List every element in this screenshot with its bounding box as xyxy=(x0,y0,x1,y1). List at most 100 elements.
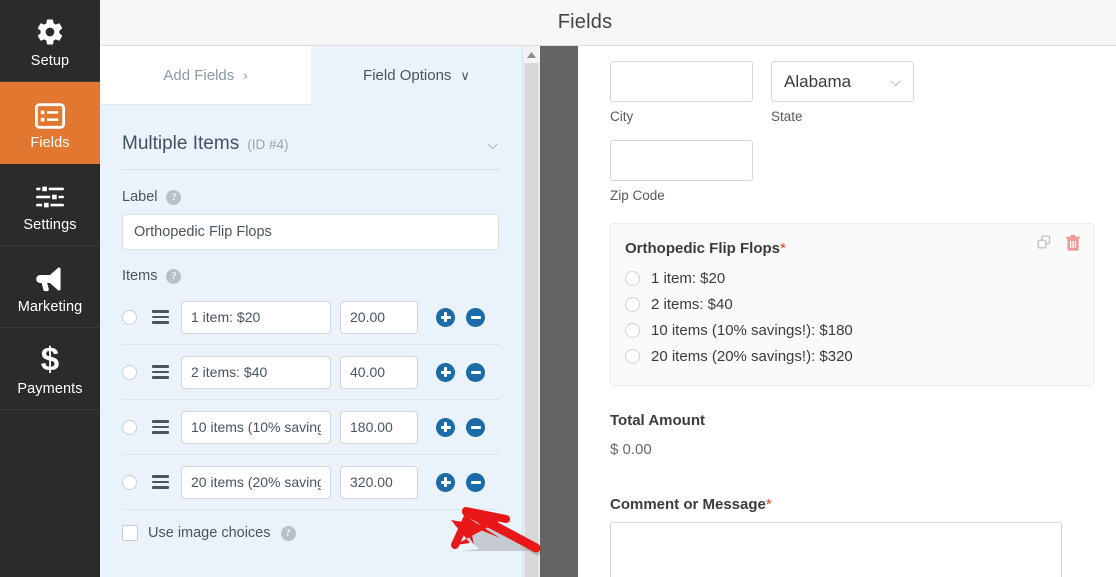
item-row xyxy=(122,290,500,345)
item-price-input[interactable] xyxy=(340,465,418,499)
item-price-input[interactable] xyxy=(340,300,418,334)
address-row: City Alabama ⌵ State xyxy=(610,61,1094,124)
trash-icon[interactable] xyxy=(1065,234,1081,252)
drag-handle-icon[interactable] xyxy=(146,475,174,489)
item-default-radio[interactable] xyxy=(122,364,137,380)
field-collapse-chevron-down-icon[interactable]: ⌵ xyxy=(487,136,500,153)
scrollbar-thumb[interactable] xyxy=(525,63,538,577)
use-image-choices-label: Use image choices xyxy=(148,525,271,541)
sidebar-label-marketing: Marketing xyxy=(17,298,83,315)
preview-zip-field: Zip Code xyxy=(610,140,753,203)
chevron-right-icon: › xyxy=(243,67,248,83)
sidebar-item-settings[interactable]: Settings xyxy=(0,164,100,246)
required-asterisk: * xyxy=(765,496,772,513)
tab-field-options[interactable]: Field Options ∨ xyxy=(311,46,522,105)
state-select[interactable]: Alabama ⌵ xyxy=(771,61,914,102)
field-options-panel: Add Fields › Field Options ∨ Multiple It… xyxy=(100,46,523,577)
city-sublabel: City xyxy=(610,109,634,124)
preview-choice-label: 2 items: $40 xyxy=(651,296,733,313)
item-row xyxy=(122,455,500,510)
field-header-left: Multiple Items (ID #4) xyxy=(122,133,288,155)
help-icon[interactable]: ? xyxy=(166,268,182,284)
form-builder-app: Setup Fields Settings Marketing $ Paymen… xyxy=(0,0,1116,577)
field-header: Multiple Items (ID #4) ⌵ xyxy=(122,105,500,170)
item-label-input[interactable] xyxy=(181,355,331,389)
sidebar-label-payments: Payments xyxy=(17,380,83,397)
item-row xyxy=(122,400,500,455)
preview-choice[interactable]: 20 items (20% savings!): $320 xyxy=(625,348,1075,365)
dollar-icon: $ xyxy=(39,341,61,375)
remove-item-button[interactable] xyxy=(466,362,485,382)
field-tools xyxy=(1037,234,1081,252)
use-image-choices-row: Use image choices ? xyxy=(122,525,500,541)
preview-multiple-items-block[interactable]: Orthopedic Flip Flops* 1 item: $20 2 ite… xyxy=(610,223,1094,386)
tab-add-fields[interactable]: Add Fields › xyxy=(100,46,311,105)
item-default-radio[interactable] xyxy=(122,474,137,490)
preview-choice[interactable]: 2 items: $40 xyxy=(625,296,1075,313)
zip-sublabel: Zip Code xyxy=(610,188,665,203)
drag-handle-icon[interactable] xyxy=(146,420,174,434)
item-label-input[interactable] xyxy=(181,300,331,334)
sidebar-item-payments[interactable]: $ Payments xyxy=(0,328,100,410)
drag-handle-icon[interactable] xyxy=(146,365,174,379)
scroll-up-arrow-icon[interactable] xyxy=(523,46,540,63)
duplicate-icon[interactable] xyxy=(1037,234,1054,252)
label-field-label-row: Label ? xyxy=(122,189,500,205)
item-price-input[interactable] xyxy=(340,355,418,389)
preview-choice-label: 1 item: $20 xyxy=(651,270,726,287)
comment-field-title-row: Comment or Message* xyxy=(610,496,1094,513)
total-amount-value: $ 0.00 xyxy=(610,441,652,458)
preview-choice[interactable]: 10 items (10% savings!): $180 xyxy=(625,322,1075,339)
panel-divider xyxy=(540,46,578,577)
comment-textarea[interactable] xyxy=(610,522,1062,577)
sidebar-item-fields[interactable]: Fields xyxy=(0,82,100,164)
remove-item-button[interactable] xyxy=(466,472,485,492)
preview-city-field: City xyxy=(610,61,753,124)
sidebar-item-setup[interactable]: Setup xyxy=(0,0,100,82)
add-item-button[interactable] xyxy=(436,472,455,492)
field-id: (ID #4) xyxy=(247,137,289,152)
chevron-down-icon: ∨ xyxy=(460,67,470,83)
drag-handle-icon[interactable] xyxy=(146,310,174,324)
preview-choice[interactable]: 1 item: $20 xyxy=(625,270,1075,287)
remove-item-button[interactable] xyxy=(466,417,485,437)
sidebar-empty-space xyxy=(0,410,100,575)
add-item-button[interactable] xyxy=(436,362,455,382)
city-input[interactable] xyxy=(610,61,753,102)
panel-scrollbar[interactable] xyxy=(523,46,540,577)
help-icon[interactable]: ? xyxy=(166,189,182,205)
add-item-button[interactable] xyxy=(436,417,455,437)
preview-choice-radio[interactable] xyxy=(625,271,640,286)
help-icon[interactable]: ? xyxy=(280,525,296,541)
preview-choice-radio[interactable] xyxy=(625,323,640,338)
remove-item-button[interactable] xyxy=(466,307,485,327)
sidebar-label-setup: Setup xyxy=(30,52,70,69)
preview-choice-radio[interactable] xyxy=(625,349,640,364)
item-default-radio[interactable] xyxy=(122,309,137,325)
zip-input[interactable] xyxy=(610,140,753,181)
field-options-body: Multiple Items (ID #4) ⌵ Label ? Items ? xyxy=(100,105,522,541)
use-image-choices-checkbox[interactable] xyxy=(122,525,138,541)
item-label-input[interactable] xyxy=(181,410,331,444)
item-label-input[interactable] xyxy=(181,465,331,499)
tab-add-fields-label: Add Fields xyxy=(163,66,235,84)
item-default-radio[interactable] xyxy=(122,419,137,435)
preview-state-field: Alabama ⌵ State xyxy=(771,61,914,124)
comment-field-title: Comment or Message xyxy=(610,496,766,513)
preview-choice-radio[interactable] xyxy=(625,297,640,312)
main-sidebar: Setup Fields Settings Marketing $ Paymen… xyxy=(0,0,100,577)
label-input[interactable] xyxy=(122,214,499,250)
top-header-bar: Fields xyxy=(100,0,1116,46)
sidebar-item-marketing[interactable]: Marketing xyxy=(0,246,100,328)
preview-field-title: Orthopedic Flip Flops xyxy=(625,240,780,257)
item-row xyxy=(122,345,500,400)
field-title: Multiple Items xyxy=(122,133,240,154)
item-price-input[interactable] xyxy=(340,410,418,444)
add-item-button[interactable] xyxy=(436,307,455,327)
page-title: Fields xyxy=(557,11,613,33)
sidebar-label-fields: Fields xyxy=(30,134,70,151)
items-label-row: Items ? xyxy=(122,268,500,284)
panel-tabs: Add Fields › Field Options ∨ xyxy=(100,46,522,105)
total-amount-title: Total Amount xyxy=(610,412,705,429)
sliders-icon xyxy=(35,177,65,211)
